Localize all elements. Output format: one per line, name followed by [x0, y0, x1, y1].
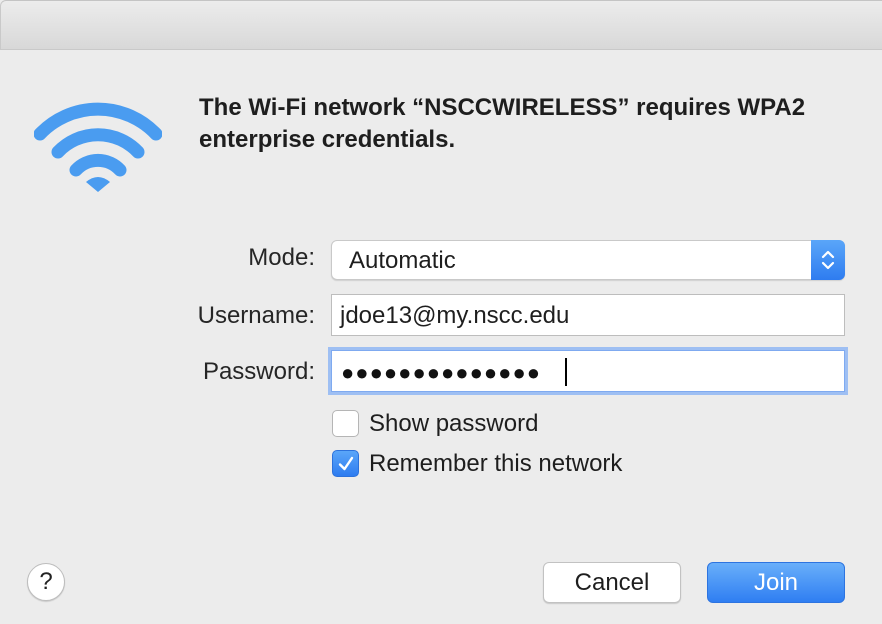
username-value: jdoe13@my.nscc.edu — [340, 302, 570, 329]
show-password-checkbox[interactable] — [332, 410, 359, 437]
wifi-icon — [34, 102, 162, 192]
join-button[interactable]: Join — [707, 562, 845, 603]
popup-arrows-icon — [811, 240, 845, 280]
text-caret — [565, 358, 567, 386]
window-titlebar[interactable] — [0, 0, 882, 50]
mode-popup[interactable]: Automatic — [331, 240, 845, 280]
password-label: Password: — [202, 358, 315, 385]
checkmark-icon — [338, 456, 354, 471]
password-mask: ●●●●●●●●●●●●●● — [341, 360, 542, 385]
show-password-label[interactable]: Show password — [369, 410, 538, 438]
remember-network-label[interactable]: Remember this network — [369, 450, 622, 478]
help-button[interactable]: ? — [27, 563, 65, 601]
mode-label: Mode: — [248, 244, 315, 271]
mode-popup-value: Automatic — [349, 247, 456, 274]
username-field[interactable]: jdoe13@my.nscc.edu — [331, 294, 845, 336]
password-field[interactable]: ●●●●●●●●●●●●●● — [331, 350, 845, 392]
remember-network-checkbox[interactable] — [332, 450, 359, 477]
cancel-button[interactable]: Cancel — [543, 562, 681, 603]
dialog-message: The Wi-Fi network “NSCCWIRELESS” require… — [199, 94, 806, 153]
username-label: Username: — [197, 302, 315, 329]
